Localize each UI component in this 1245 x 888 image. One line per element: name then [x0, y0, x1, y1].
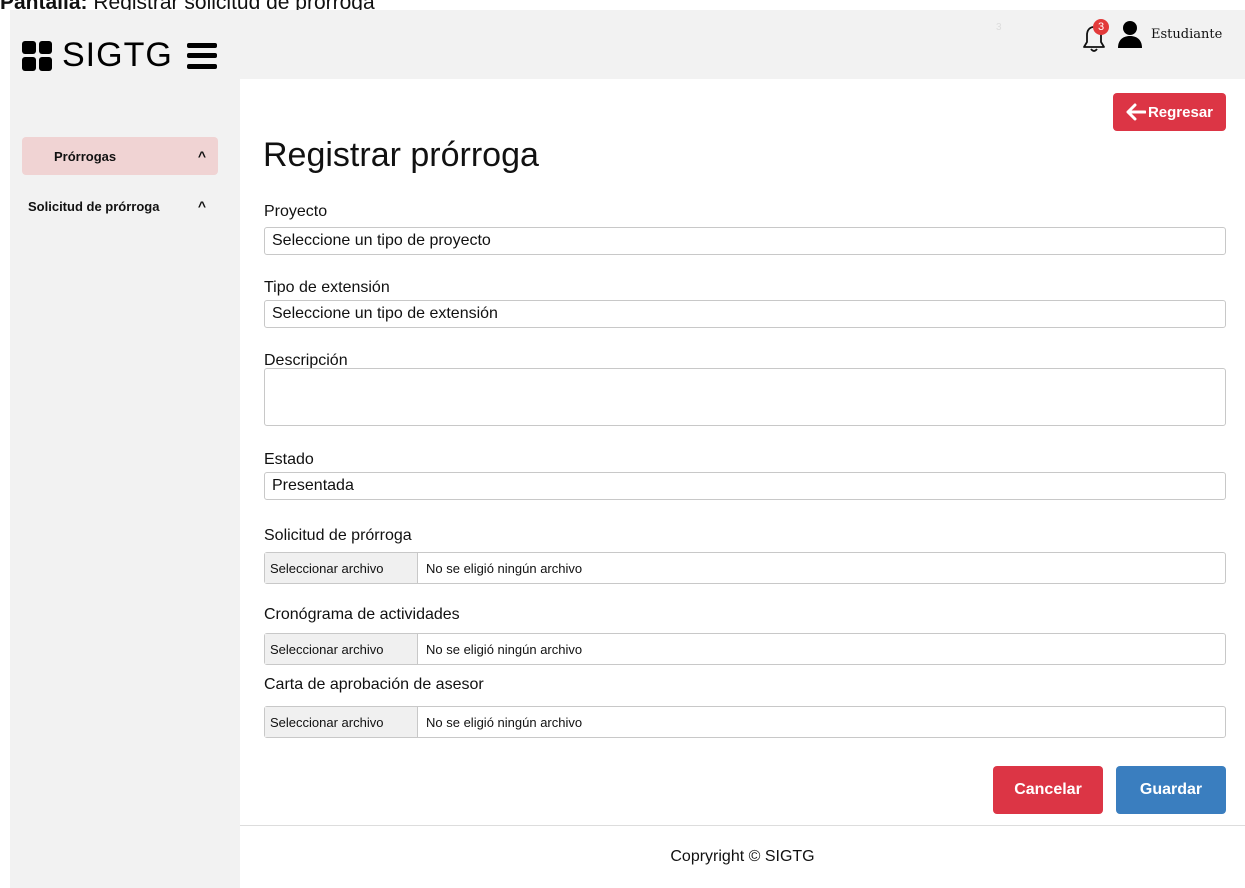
chevron-up-icon: ^ [197, 148, 206, 164]
sidebar-item-prorrogas[interactable]: Prórrogas ^ [22, 137, 218, 175]
choose-file-button[interactable]: Seleccionar archivo [265, 553, 418, 583]
file-name: No se eligió ningún archivo [426, 641, 583, 657]
grid-icon [22, 40, 52, 71]
hamburger-icon[interactable] [186, 42, 217, 69]
sidebar-item-label: Prórrogas [54, 148, 117, 164]
status-label: Estado [264, 451, 314, 468]
back-button-label: Regresar [1147, 103, 1214, 121]
file-label-solicitud: Solicitud de prórroga [264, 527, 412, 544]
sidebar-item-label: Solicitud de prórroga [28, 198, 160, 214]
sidebar-item-solicitud[interactable]: Solicitud de prórroga ^ [22, 187, 218, 225]
status-field[interactable]: Presentada [264, 472, 1226, 500]
page-title: Registrar prórroga [263, 136, 539, 174]
brand-name: SIGTG [62, 36, 173, 74]
user-menu[interactable]: Estudiante [1117, 20, 1222, 48]
back-button[interactable]: Regresar [1113, 93, 1226, 131]
file-input-carta[interactable]: Seleccionar archivo No se eligió ningún … [264, 706, 1226, 738]
faint-count: 3 [996, 22, 1002, 33]
file-label-carta: Carta de aprobación de asesor [264, 676, 484, 693]
file-input-cronograma[interactable]: Seleccionar archivo No se eligió ningún … [264, 633, 1226, 665]
description-textarea[interactable] [264, 368, 1226, 426]
file-name: No se eligió ningún archivo [426, 560, 583, 576]
choose-file-button[interactable]: Seleccionar archivo [265, 707, 418, 737]
project-select[interactable]: Seleccione un tipo de proyecto [264, 227, 1226, 255]
user-icon [1118, 21, 1142, 48]
brand: SIGTG [22, 36, 217, 75]
extension-select[interactable]: Seleccione un tipo de extensión [264, 300, 1226, 328]
user-name: Estudiante [1151, 26, 1223, 42]
arrow-left-icon [1126, 103, 1146, 121]
notification-badge: 3 [1093, 19, 1109, 35]
file-input-solicitud[interactable]: Seleccionar archivo No se eligió ningún … [264, 552, 1226, 584]
file-label-cronograma: Cronógrama de actividades [264, 606, 460, 623]
footer-text: Copryright © SIGTG [670, 848, 815, 865]
extension-label: Tipo de extensión [264, 279, 390, 296]
chevron-up-icon: ^ [197, 198, 206, 214]
project-label: Proyecto [264, 203, 328, 220]
choose-file-button[interactable]: Seleccionar archivo [265, 634, 418, 664]
footer: Copryright © SIGTG [240, 826, 1245, 888]
cancel-button[interactable]: Cancelar [993, 766, 1103, 814]
file-name: No se eligió ningún archivo [426, 714, 583, 730]
save-button[interactable]: Guardar [1116, 766, 1226, 814]
